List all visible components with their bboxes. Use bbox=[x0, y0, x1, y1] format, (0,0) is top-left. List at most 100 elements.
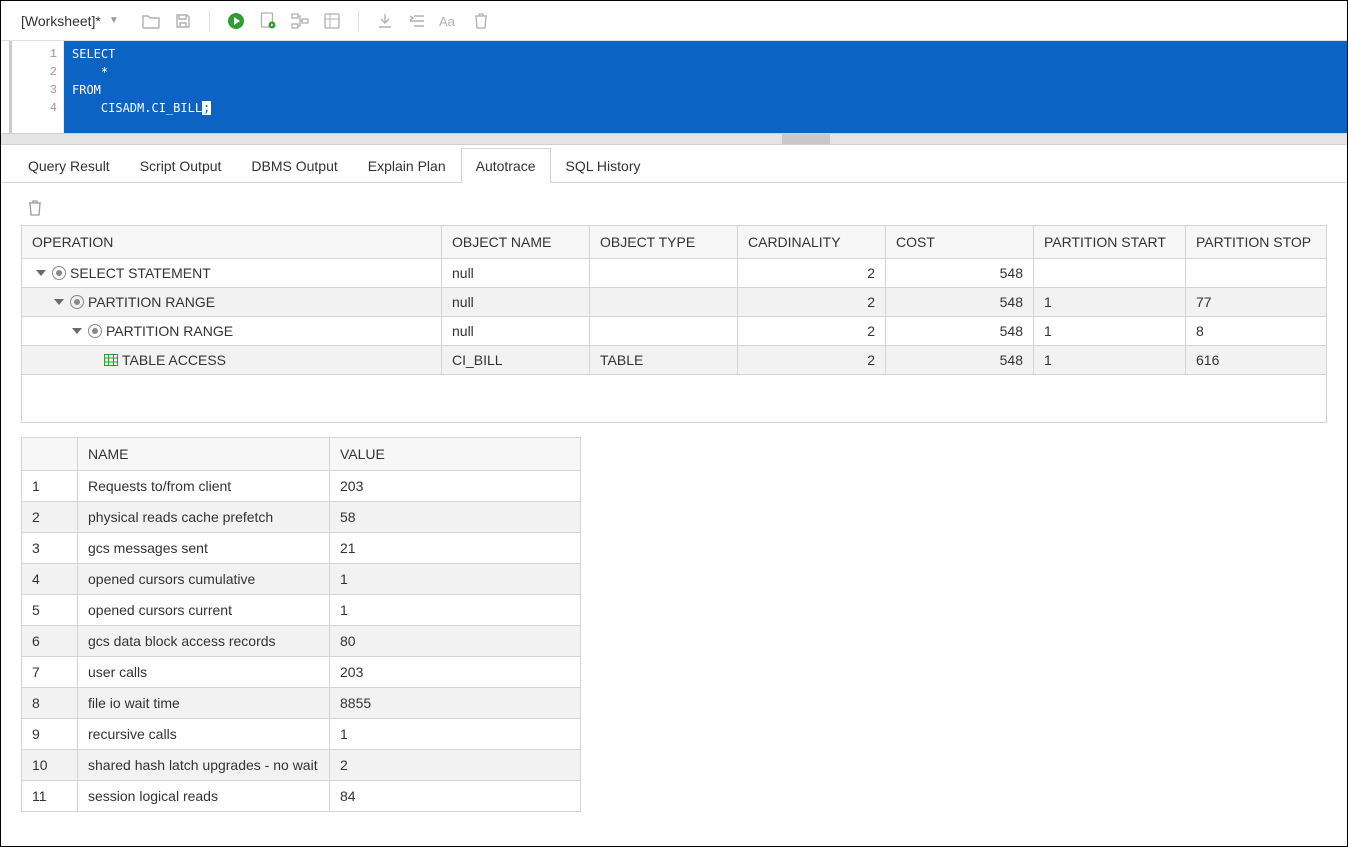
stats-row[interactable]: 6gcs data block access records80 bbox=[22, 626, 581, 657]
autotrace-button[interactable] bbox=[318, 7, 346, 35]
tab-autotrace[interactable]: Autotrace bbox=[461, 148, 551, 183]
cell-object-name: null bbox=[442, 259, 590, 288]
plan-header-row: OPERATION OBJECT NAME OBJECT TYPE CARDIN… bbox=[22, 226, 1327, 259]
collapse-arrow-icon[interactable] bbox=[72, 328, 82, 334]
cell-stat-name: physical reads cache prefetch bbox=[78, 502, 330, 533]
col-object-type[interactable]: OBJECT TYPE bbox=[590, 226, 738, 259]
table-access-icon bbox=[104, 354, 118, 366]
cell-partition-stop bbox=[1186, 259, 1327, 288]
gutter-line: 4 bbox=[12, 99, 57, 117]
tab-script-output[interactable]: Script Output bbox=[125, 148, 237, 183]
cell-rownum: 1 bbox=[22, 471, 78, 502]
cell-stat-name: recursive calls bbox=[78, 719, 330, 750]
cell-stat-value: 1 bbox=[330, 595, 581, 626]
cell-object-type bbox=[590, 317, 738, 346]
operation-radio-icon bbox=[88, 324, 102, 338]
stats-row[interactable]: 1Requests to/from client203 bbox=[22, 471, 581, 502]
worksheet-dropdown-icon[interactable]: ▼ bbox=[109, 15, 119, 26]
stats-header-row: NAME VALUE bbox=[22, 438, 581, 471]
cell-stat-name: gcs data block access records bbox=[78, 626, 330, 657]
sql-editor[interactable]: 1 2 3 4 SELECT * FROM CISADM.CI_BILL; bbox=[9, 41, 1347, 133]
stats-row[interactable]: 7user calls203 bbox=[22, 657, 581, 688]
tab-sql-history[interactable]: SQL History bbox=[551, 148, 656, 183]
save-button[interactable] bbox=[169, 7, 197, 35]
plan-table-footer bbox=[21, 375, 1327, 423]
case-button[interactable]: Aa bbox=[435, 7, 463, 35]
run-button[interactable] bbox=[222, 7, 250, 35]
plan-row[interactable]: PARTITION RANGEnull2548177 bbox=[22, 288, 1327, 317]
stats-row[interactable]: 11session logical reads84 bbox=[22, 781, 581, 812]
col-partition-stop[interactable]: PARTITION STOP bbox=[1186, 226, 1327, 259]
plan-row[interactable]: PARTITION RANGEnull254818 bbox=[22, 317, 1327, 346]
cell-rownum: 11 bbox=[22, 781, 78, 812]
stats-row[interactable]: 10shared hash latch upgrades - no wait2 bbox=[22, 750, 581, 781]
gutter-line: 2 bbox=[12, 63, 57, 81]
operation-radio-icon bbox=[52, 266, 66, 280]
tab-dbms-output[interactable]: DBMS Output bbox=[236, 148, 352, 183]
cell-object-name: null bbox=[442, 288, 590, 317]
splitter[interactable] bbox=[1, 133, 1347, 145]
explain-plan-button[interactable] bbox=[286, 7, 314, 35]
collapse-arrow-icon[interactable] bbox=[54, 299, 64, 305]
cell-cost: 548 bbox=[886, 259, 1034, 288]
download-button[interactable] bbox=[371, 7, 399, 35]
stats-row[interactable]: 8file io wait time8855 bbox=[22, 688, 581, 719]
plan-row[interactable]: TABLE ACCESSCI_BILLTABLE25481616 bbox=[22, 346, 1327, 375]
plan-row[interactable]: SELECT STATEMENTnull2548 bbox=[22, 259, 1327, 288]
splitter-handle[interactable] bbox=[782, 134, 830, 144]
panel-toolbar bbox=[21, 191, 1327, 225]
col-cardinality[interactable]: CARDINALITY bbox=[738, 226, 886, 259]
col-object-name[interactable]: OBJECT NAME bbox=[442, 226, 590, 259]
cell-stat-value: 80 bbox=[330, 626, 581, 657]
cell-rownum: 7 bbox=[22, 657, 78, 688]
cell-cost: 548 bbox=[886, 346, 1034, 375]
operation-label: PARTITION RANGE bbox=[88, 294, 215, 310]
tab-explain-plan[interactable]: Explain Plan bbox=[353, 148, 461, 183]
cell-object-type bbox=[590, 288, 738, 317]
toolbar-separator bbox=[358, 10, 359, 32]
stats-row[interactable]: 4opened cursors cumulative1 bbox=[22, 564, 581, 595]
stats-row[interactable]: 3gcs messages sent21 bbox=[22, 533, 581, 564]
stats-row[interactable]: 2physical reads cache prefetch58 bbox=[22, 502, 581, 533]
cell-stat-value: 203 bbox=[330, 471, 581, 502]
cell-object-type: TABLE bbox=[590, 346, 738, 375]
col-operation[interactable]: OPERATION bbox=[22, 226, 442, 259]
editor-code[interactable]: SELECT * FROM CISADM.CI_BILL; bbox=[64, 41, 1347, 133]
cell-rownum: 10 bbox=[22, 750, 78, 781]
cell-cardinality: 2 bbox=[738, 259, 886, 288]
collapse-arrow-icon[interactable] bbox=[36, 270, 46, 276]
cell-stat-name: Requests to/from client bbox=[78, 471, 330, 502]
plan-table: OPERATION OBJECT NAME OBJECT TYPE CARDIN… bbox=[21, 225, 1327, 375]
format-button[interactable] bbox=[403, 7, 431, 35]
run-script-button[interactable] bbox=[254, 7, 282, 35]
cell-partition-start: 1 bbox=[1034, 346, 1186, 375]
col-name[interactable]: NAME bbox=[78, 438, 330, 471]
cell-cost: 548 bbox=[886, 317, 1034, 346]
stats-row[interactable]: 5opened cursors current1 bbox=[22, 595, 581, 626]
cell-rownum: 8 bbox=[22, 688, 78, 719]
cell-stat-value: 84 bbox=[330, 781, 581, 812]
cell-cardinality: 2 bbox=[738, 288, 886, 317]
col-partition-start[interactable]: PARTITION START bbox=[1034, 226, 1186, 259]
results-tabs: Query Result Script Output DBMS Output E… bbox=[1, 145, 1347, 183]
worksheet-title[interactable]: [Worksheet]* bbox=[21, 13, 101, 29]
cell-partition-start bbox=[1034, 259, 1186, 288]
cell-stat-name: opened cursors cumulative bbox=[78, 564, 330, 595]
clear-trash-button[interactable] bbox=[21, 194, 49, 222]
gutter-line: 1 bbox=[12, 45, 57, 63]
cell-stat-value: 21 bbox=[330, 533, 581, 564]
col-value[interactable]: VALUE bbox=[330, 438, 581, 471]
svg-text:Aa: Aa bbox=[439, 14, 456, 28]
open-folder-button[interactable] bbox=[137, 7, 165, 35]
cell-stat-value: 58 bbox=[330, 502, 581, 533]
col-cost[interactable]: COST bbox=[886, 226, 1034, 259]
cell-cost: 548 bbox=[886, 288, 1034, 317]
trash-button[interactable] bbox=[467, 7, 495, 35]
cell-stat-name: session logical reads bbox=[78, 781, 330, 812]
tab-query-result[interactable]: Query Result bbox=[13, 148, 125, 183]
cell-partition-start: 1 bbox=[1034, 317, 1186, 346]
cell-stat-value: 8855 bbox=[330, 688, 581, 719]
operation-label: PARTITION RANGE bbox=[106, 323, 233, 339]
stats-row[interactable]: 9recursive calls1 bbox=[22, 719, 581, 750]
cell-object-name: null bbox=[442, 317, 590, 346]
